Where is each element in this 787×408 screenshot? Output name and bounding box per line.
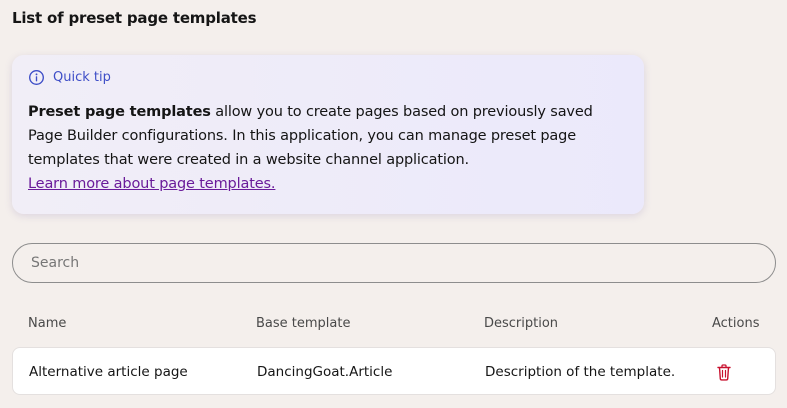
- column-header-base-template: Base template: [256, 316, 351, 331]
- quick-tip-header: Quick tip: [28, 69, 628, 86]
- info-icon: [29, 70, 44, 85]
- column-header-description: Description: [484, 316, 559, 331]
- search-input[interactable]: [12, 243, 776, 283]
- quick-tip-panel: Quick tip Preset page templates allow yo…: [12, 55, 644, 214]
- quick-tip-heading: Quick tip: [53, 70, 111, 85]
- column-header-name: Name: [28, 316, 67, 331]
- page-title: List of preset page templates: [12, 9, 257, 27]
- table-row[interactable]: Alternative article page DancingGoat.Art…: [12, 347, 776, 395]
- learn-more-link[interactable]: Learn more about page templates.: [28, 172, 276, 196]
- trash-icon: [717, 363, 731, 381]
- cell-base-template: DancingGoat.Article: [257, 364, 393, 380]
- quick-tip-text: Preset page templates allow you to creat…: [28, 100, 628, 172]
- column-header-actions: Actions: [712, 316, 760, 331]
- cell-name: Alternative article page: [29, 364, 188, 380]
- quick-tip-bold-lead: Preset page templates: [28, 104, 211, 120]
- cell-description: Description of the template.: [485, 364, 676, 380]
- delete-button[interactable]: [715, 362, 733, 382]
